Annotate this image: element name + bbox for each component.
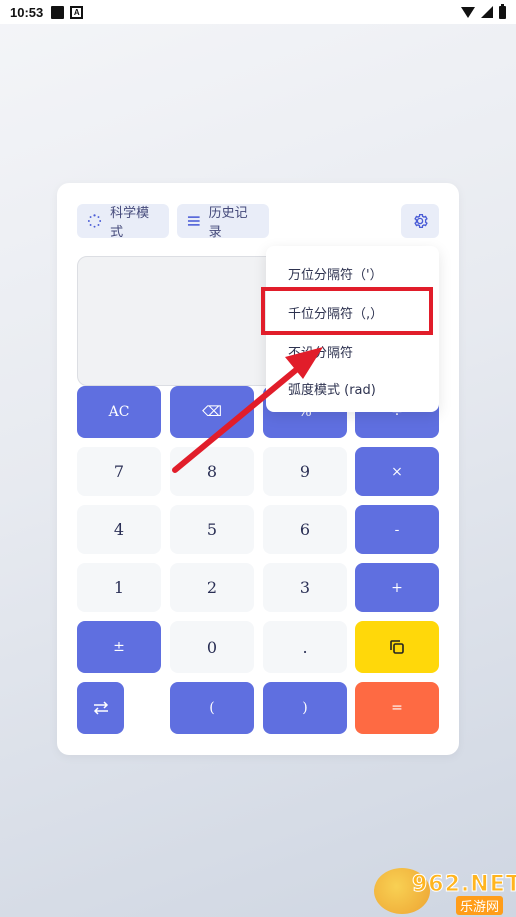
watermark-brand: 962.NET: [412, 872, 516, 898]
watermark-subtitle: 乐游网: [456, 896, 504, 915]
watermark: 962.NET 乐游网: [374, 866, 516, 917]
annotation-arrow: [172, 347, 323, 473]
